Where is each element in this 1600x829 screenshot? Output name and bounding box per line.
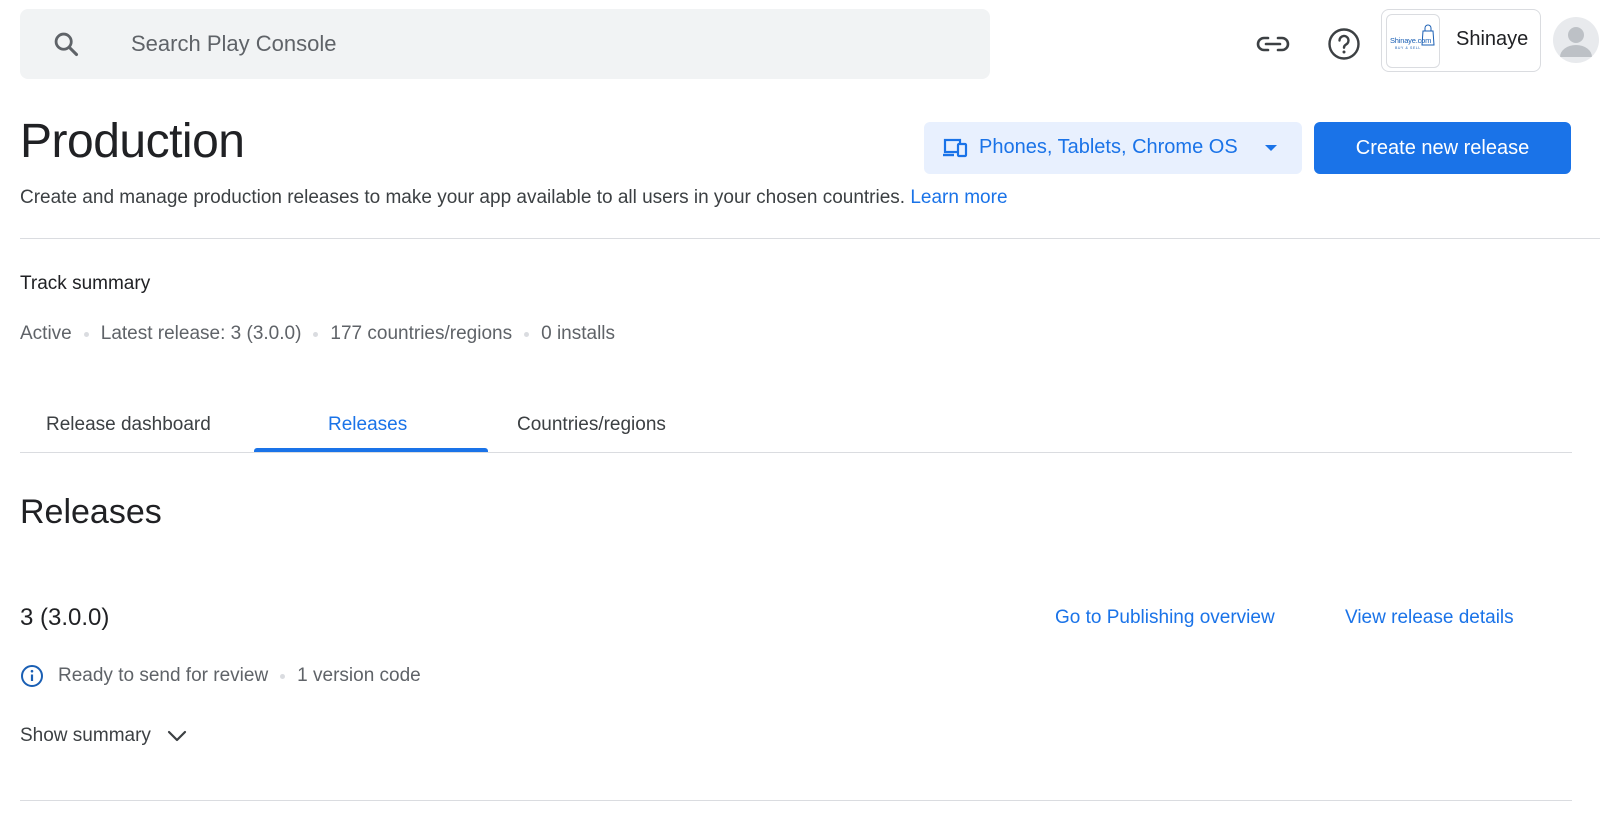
device-filter-dropdown[interactable]: Phones, Tablets, Chrome OS xyxy=(924,122,1302,174)
chevron-down-icon xyxy=(167,730,187,742)
version-code-count: 1 version code xyxy=(297,665,421,686)
separator-dot xyxy=(524,331,530,337)
account-switcher[interactable]: Shinaye.com BUY & SELL Shinaye xyxy=(1381,9,1541,72)
search-input[interactable] xyxy=(131,27,951,61)
info-icon xyxy=(21,665,43,687)
subtitle-text: Create and manage production releases to… xyxy=(20,187,906,208)
view-release-details-link[interactable]: View release details xyxy=(1345,607,1514,629)
account-name: Shinaye xyxy=(1456,28,1529,50)
tab-countries-regions[interactable]: Countries/regions xyxy=(517,414,666,436)
releases-section-title: Releases xyxy=(20,493,162,531)
header-divider xyxy=(20,238,1600,239)
countries-count: 177 countries/regions xyxy=(330,323,513,344)
latest-release: Latest release: 3 (3.0.0) xyxy=(100,323,302,344)
help-icon[interactable] xyxy=(1327,27,1361,61)
track-status: Active xyxy=(20,323,72,344)
search-icon xyxy=(54,32,79,57)
link-icon[interactable] xyxy=(1255,29,1291,59)
release-status: Ready to send for review 1 version code xyxy=(20,664,421,688)
separator-dot xyxy=(280,673,286,679)
release-name: 3 (3.0.0) xyxy=(20,604,110,631)
tab-releases[interactable]: Releases xyxy=(328,414,407,436)
learn-more-link[interactable]: Learn more xyxy=(910,187,1007,208)
devices-icon xyxy=(943,138,968,158)
caret-down-icon xyxy=(1265,145,1277,151)
avatar-icon xyxy=(1560,27,1592,57)
show-summary-toggle[interactable]: Show summary xyxy=(20,725,187,747)
search-bar[interactable] xyxy=(20,9,990,79)
tabs-divider xyxy=(20,452,1572,453)
separator-dot xyxy=(83,331,89,337)
app-logo: Shinaye.com BUY & SELL xyxy=(1386,14,1440,68)
track-summary-title: Track summary xyxy=(20,273,151,294)
page-subtitle: Create and manage production releases to… xyxy=(20,187,1008,209)
device-filter-label: Phones, Tablets, Chrome OS xyxy=(979,136,1238,158)
create-new-release-button[interactable]: Create new release xyxy=(1314,122,1571,174)
go-to-publishing-overview-link[interactable]: Go to Publishing overview xyxy=(1055,607,1275,629)
page-title: Production xyxy=(20,115,245,168)
logo-text: Shinaye.com xyxy=(1390,36,1432,45)
tab-release-dashboard[interactable]: Release dashboard xyxy=(46,414,211,436)
installs-count: 0 installs xyxy=(541,323,616,344)
track-summary-meta: Active Latest release: 3 (3.0.0) 177 cou… xyxy=(20,323,615,345)
show-summary-label: Show summary xyxy=(20,725,151,746)
avatar[interactable] xyxy=(1553,17,1599,63)
logo-tagline: BUY & SELL xyxy=(1395,46,1421,50)
release-status-text: Ready to send for review xyxy=(58,665,269,686)
release-divider xyxy=(20,800,1572,801)
tab-bar: Release dashboard Releases Countries/reg… xyxy=(20,396,1572,456)
separator-dot xyxy=(313,331,319,337)
